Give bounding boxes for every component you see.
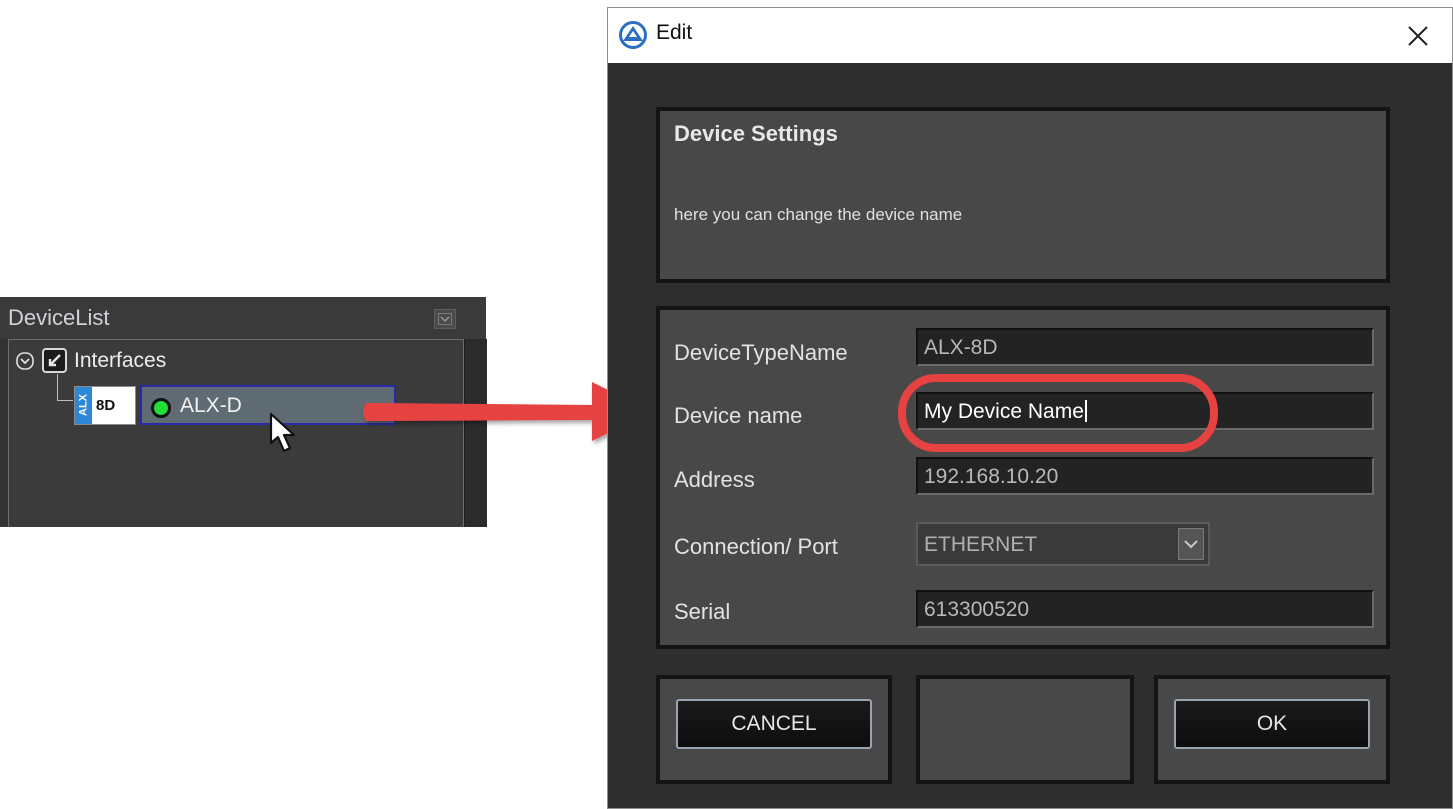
- ok-button[interactable]: OK: [1174, 699, 1370, 749]
- badge-side-strip: ALX: [75, 387, 92, 424]
- device-type-name-field[interactable]: ALX-8D: [916, 328, 1374, 366]
- connection-port-select[interactable]: ETHERNET: [916, 522, 1210, 566]
- badge-side-label: ALX: [77, 394, 90, 416]
- cancel-button-panel: CANCEL: [656, 675, 892, 784]
- device-form-panel: DeviceTypeName ALX-8D Device name My Dev…: [656, 306, 1390, 649]
- serial-label: Serial: [674, 599, 731, 624]
- device-list-header: DeviceList: [0, 297, 486, 339]
- status-indicator: [151, 398, 171, 418]
- tree-connector: [57, 374, 58, 400]
- close-button[interactable]: [1398, 16, 1438, 56]
- highlight-annotation: [898, 374, 1218, 452]
- address-label: Address: [674, 467, 755, 492]
- settings-heading: Device Settings: [674, 121, 838, 146]
- ok-button-panel: OK: [1154, 675, 1390, 784]
- device-list-title: DeviceList: [8, 305, 110, 330]
- dialog-title: Edit: [656, 21, 693, 44]
- tree-connector: [57, 400, 73, 401]
- device-type-name-label: DeviceTypeName: [674, 340, 848, 365]
- settings-description: here you can change the device name: [674, 205, 963, 224]
- dropdown-arrow-icon[interactable]: [1178, 528, 1204, 560]
- edit-dialog: Edit Device Settings here you can change…: [607, 7, 1453, 809]
- interface-icon: [42, 348, 67, 373]
- connection-port-value: ETHERNET: [924, 533, 1038, 556]
- device-type-badge: ALX 8D: [74, 386, 136, 425]
- interfaces-folder-label[interactable]: Interfaces: [74, 349, 166, 373]
- device-settings-panel: Device Settings here you can change the …: [656, 107, 1390, 283]
- serial-field[interactable]: 613300520: [916, 590, 1374, 628]
- app-logo-icon: [619, 21, 647, 49]
- address-field[interactable]: 192.168.10.20: [916, 457, 1374, 495]
- close-icon: [1408, 26, 1428, 46]
- cancel-button[interactable]: CANCEL: [676, 699, 872, 749]
- device-name-label: Device name: [674, 403, 803, 428]
- connection-port-label: Connection/ Port: [674, 534, 838, 559]
- badge-model-label: 8D: [96, 397, 116, 414]
- device-item-label: ALX-D: [180, 394, 242, 417]
- dialog-titlebar: Edit: [608, 8, 1452, 63]
- cursor-icon: [269, 412, 296, 453]
- tree-toggle-icon[interactable]: [16, 352, 34, 370]
- collapse-icon[interactable]: [434, 309, 456, 329]
- empty-button-panel: [916, 675, 1134, 784]
